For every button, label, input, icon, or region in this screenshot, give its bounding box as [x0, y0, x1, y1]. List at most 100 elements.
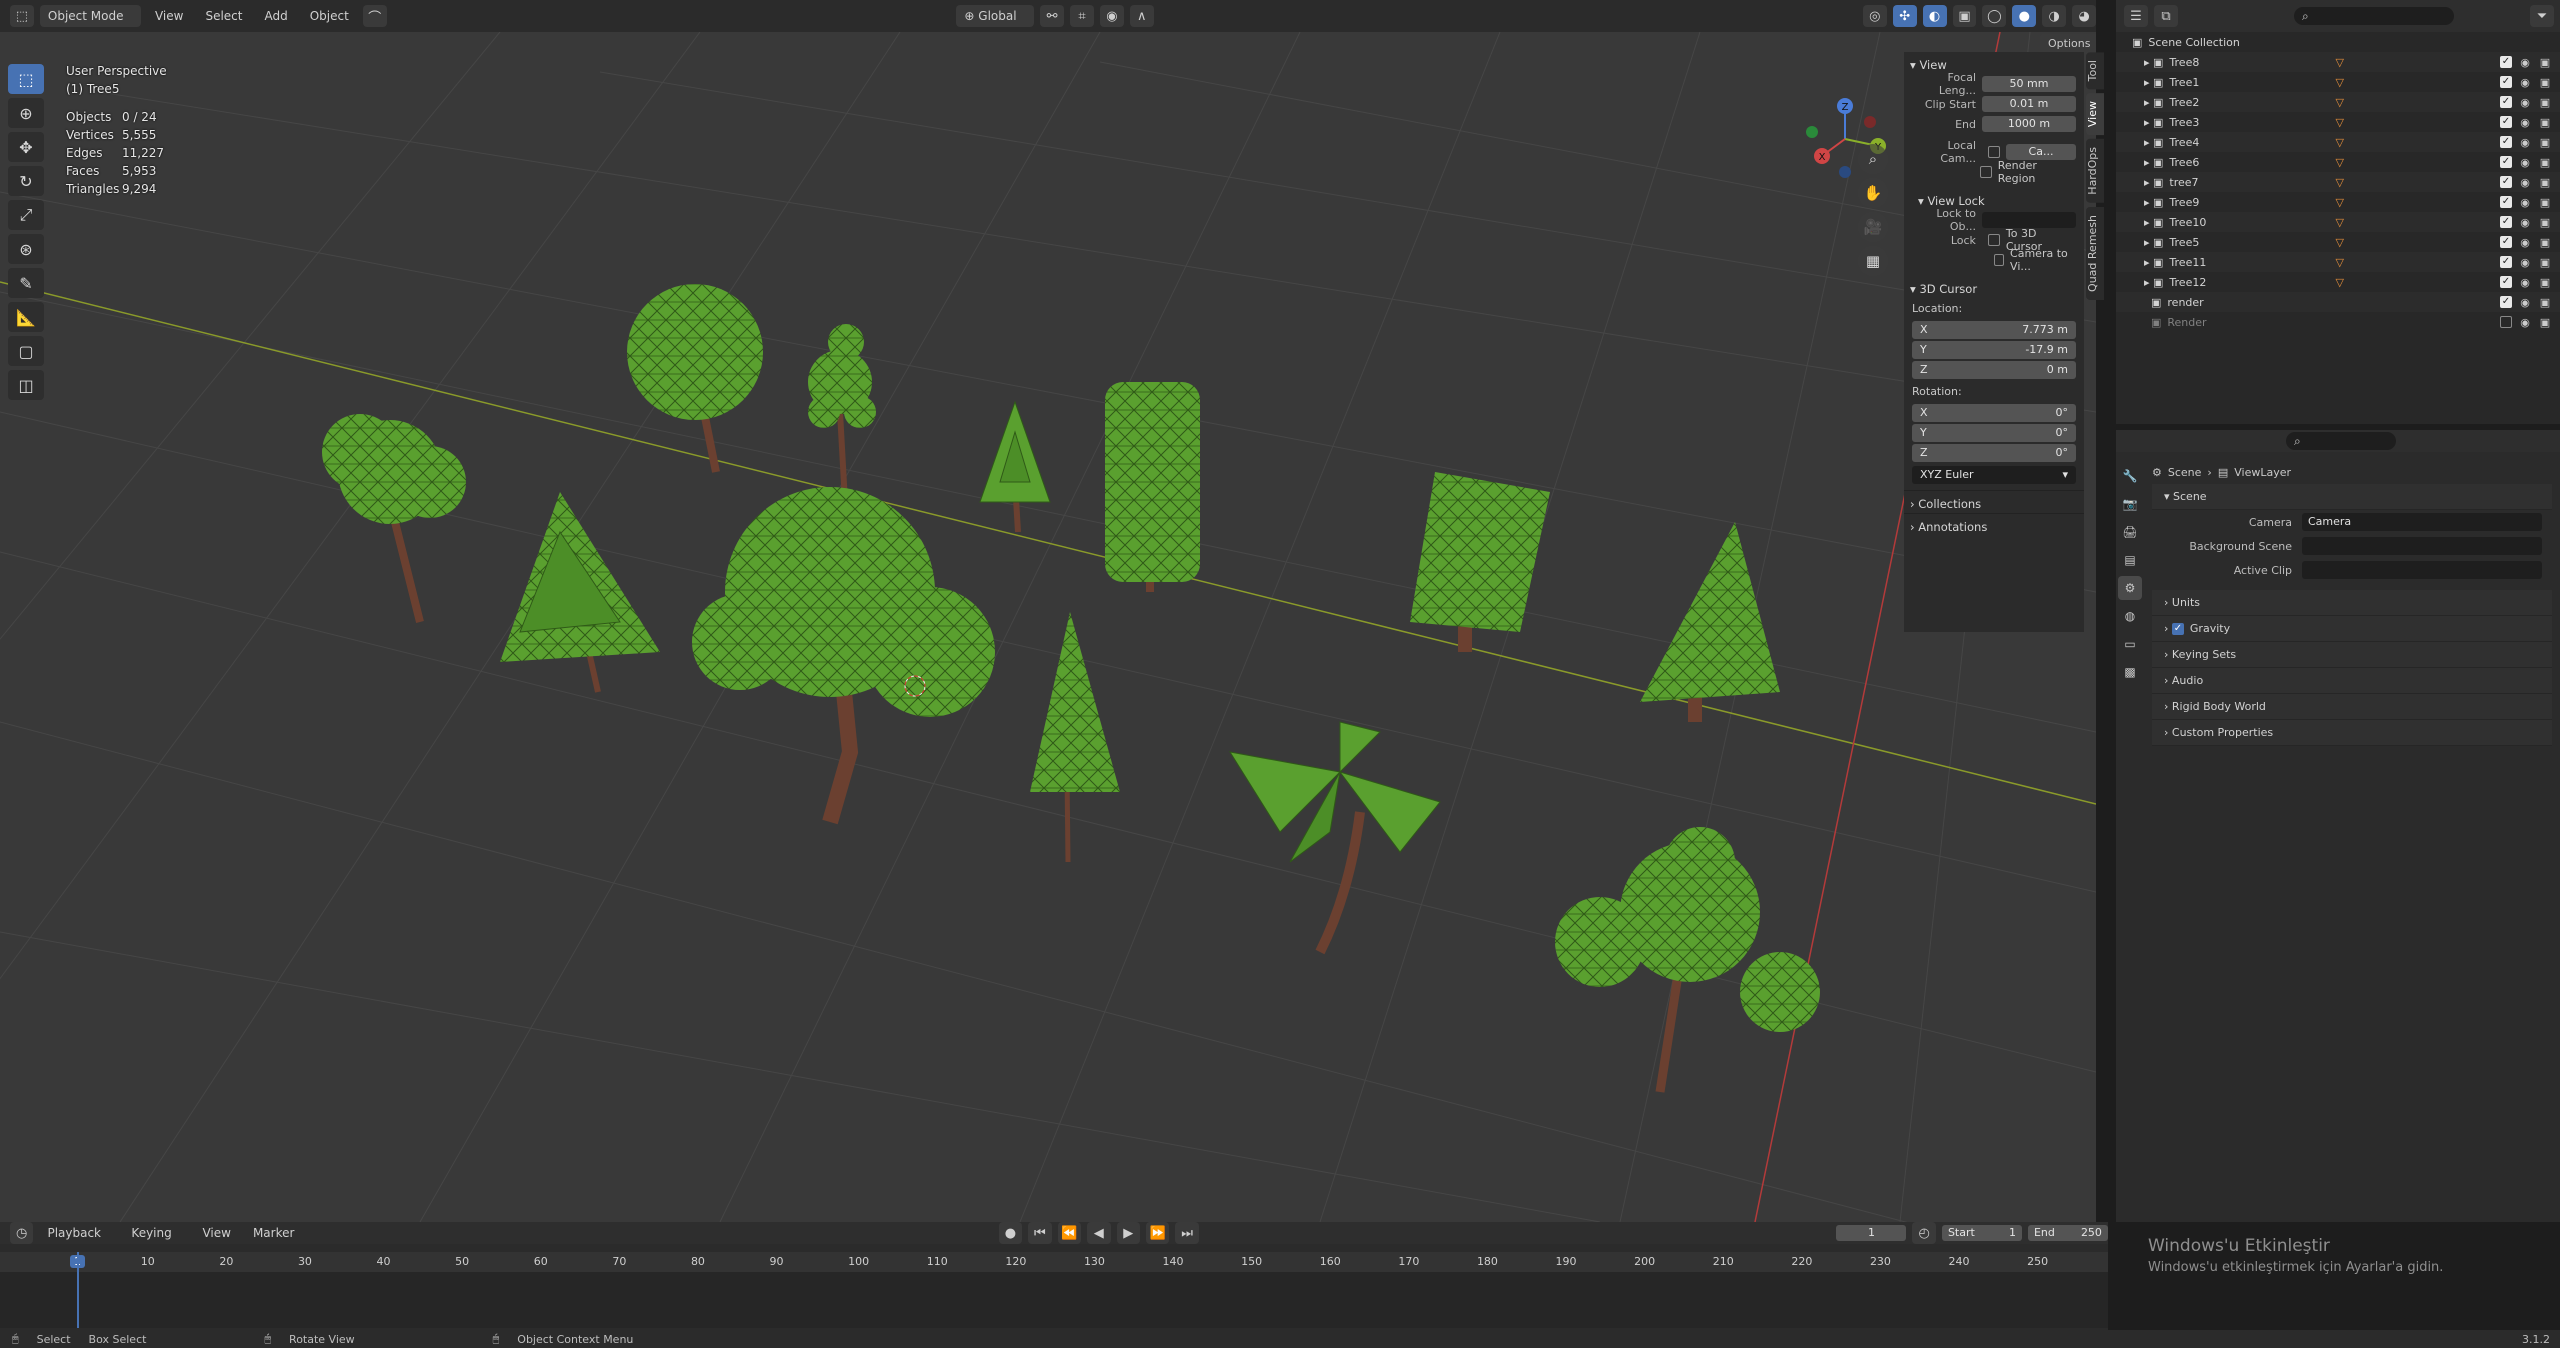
- annotations-panel-header[interactable]: › Annotations: [1904, 513, 2084, 536]
- local-camera-checkbox[interactable]: [1988, 146, 2000, 158]
- units-panel-header[interactable]: › Units: [2152, 590, 2552, 616]
- link-icon[interactable]: ⌒: [362, 5, 387, 27]
- rendered-shading-icon[interactable]: ◕: [2072, 5, 2097, 27]
- lock-cursor-checkbox[interactable]: [1987, 234, 2000, 246]
- outliner-item[interactable]: ▸ ▣ tree7 ▽ ✓ ◉ ▣: [2116, 172, 2560, 192]
- jump-start-icon[interactable]: ⏮: [1028, 1222, 1052, 1244]
- properties-search-input[interactable]: ⌕: [2286, 432, 2396, 450]
- extrude-icon[interactable]: ◫: [8, 370, 44, 400]
- render-region-checkbox[interactable]: [1980, 166, 1992, 178]
- custom-properties-panel-header[interactable]: › Custom Properties: [2152, 720, 2552, 746]
- select-box-icon[interactable]: ⬚: [8, 64, 44, 94]
- add-cube-icon[interactable]: ▢: [8, 336, 44, 366]
- cursor-rot-y[interactable]: Y 0°: [1912, 424, 2076, 442]
- outliner-item[interactable]: ▣ render ✓ ◉ ▣: [2116, 292, 2560, 312]
- 3d-viewport[interactable]: User Perspective (1) Tree5 Objects 0 / 24…: [0, 32, 2096, 1222]
- visibility-icon[interactable]: ◎: [1862, 5, 1887, 27]
- scale-icon[interactable]: ⤢: [8, 200, 44, 230]
- menu-timeline-view[interactable]: View: [194, 1222, 238, 1244]
- gravity-panel-header[interactable]: › ✓ Gravity: [2152, 616, 2552, 642]
- gravity-checkbox[interactable]: ✓: [2171, 622, 2184, 635]
- play-icon[interactable]: ▶: [1116, 1222, 1140, 1244]
- clip-end-field[interactable]: 1000 m: [1982, 116, 2076, 132]
- menu-object[interactable]: Object: [302, 5, 357, 27]
- world-tab-icon[interactable]: ◍: [2118, 604, 2142, 628]
- focal-field[interactable]: 50 mm: [1982, 76, 2076, 92]
- outliner-item[interactable]: ▸ ▣ Tree11 ▽ ✓ ◉ ▣: [2116, 252, 2560, 272]
- scene-tab-icon[interactable]: ⚙: [2118, 576, 2142, 600]
- transform-icon[interactable]: ⊛: [8, 234, 44, 264]
- outliner-item[interactable]: ▸ ▣ Tree1 ▽ ✓ ◉ ▣: [2116, 72, 2560, 92]
- audio-panel-header[interactable]: › Audio: [2152, 668, 2552, 694]
- cursor-rot-z[interactable]: Z 0°: [1912, 444, 2076, 462]
- jump-end-icon[interactable]: ⏭: [1175, 1222, 1199, 1244]
- outliner-item[interactable]: ▸ ▣ Tree5 ▽ ✓ ◉ ▣: [2116, 232, 2560, 252]
- rotation-mode-dropdown[interactable]: XYZ Euler ▾: [1912, 466, 2076, 484]
- current-frame-field[interactable]: 1: [1836, 1225, 1907, 1241]
- render-tab-icon[interactable]: 📷: [2118, 492, 2142, 516]
- cursor-loc-x[interactable]: X 7.773 m: [1912, 321, 2076, 339]
- play-reverse-icon[interactable]: ◀: [1087, 1222, 1111, 1244]
- local-camera-field[interactable]: Ca...: [2006, 144, 2076, 160]
- outliner-item[interactable]: ▣ Render ◉ ▣: [2116, 312, 2560, 332]
- outliner-item[interactable]: ▸ ▣ Tree2 ▽ ✓ ◉ ▣: [2116, 92, 2560, 112]
- move-icon[interactable]: ✥: [8, 132, 44, 162]
- rigid-body-panel-header[interactable]: › Rigid Body World: [2152, 694, 2552, 720]
- cursor-loc-y[interactable]: Y -17.9 m: [1912, 341, 2076, 359]
- overlay-icon[interactable]: ◐: [1922, 5, 1947, 27]
- outliner-type-icon[interactable]: ☰: [2124, 5, 2148, 27]
- background-scene-field[interactable]: [2302, 537, 2542, 555]
- keying-sets-panel-header[interactable]: › Keying Sets: [2152, 642, 2552, 668]
- snap-icon[interactable]: ⌗: [1070, 5, 1094, 27]
- clock-icon[interactable]: ◴: [1912, 1222, 1936, 1244]
- options-button[interactable]: Options: [2040, 34, 2096, 54]
- cursor-icon[interactable]: ⊕: [8, 98, 44, 128]
- texture-tab-icon[interactable]: ▩: [2118, 660, 2142, 684]
- pan-hand-icon[interactable]: ✋: [1858, 178, 1888, 208]
- outliner-item[interactable]: ▸ ▣ Tree3 ▽ ✓ ◉ ▣: [2116, 112, 2560, 132]
- gizmo-icon[interactable]: ✣: [1892, 5, 1917, 27]
- outliner-item[interactable]: ▸ ▣ Tree4 ▽ ✓ ◉ ▣: [2116, 132, 2560, 152]
- falloff-icon[interactable]: ∧: [1129, 5, 1154, 27]
- wireframe-shading-icon[interactable]: ◯: [1982, 5, 2007, 27]
- record-icon[interactable]: ●: [998, 1222, 1023, 1244]
- camera-field[interactable]: Camera: [2302, 513, 2542, 531]
- pivot-icon[interactable]: ⚯: [1040, 5, 1065, 27]
- solid-shading-icon[interactable]: ●: [2012, 5, 2037, 27]
- tool-tab-icon[interactable]: 🔧: [2118, 464, 2142, 488]
- cursor-loc-z[interactable]: Z0 m: [1912, 361, 2076, 379]
- tab-view[interactable]: View: [2086, 93, 2104, 136]
- outliner-item[interactable]: ▸ ▣ Tree12 ▽ ✓ ◉ ▣: [2116, 272, 2560, 292]
- active-clip-field[interactable]: [2302, 561, 2542, 579]
- proportional-icon[interactable]: ◉: [1099, 5, 1124, 27]
- menu-marker[interactable]: Marker: [245, 1222, 302, 1244]
- zoom-icon[interactable]: ⌕: [1858, 144, 1888, 174]
- filter-icon[interactable]: ⏷: [2530, 5, 2554, 27]
- xray-icon[interactable]: ▣: [1952, 5, 1977, 27]
- timeline-track[interactable]: [0, 1252, 2108, 1328]
- mode-dropdown[interactable]: Object Mode ▾: [39, 5, 141, 45]
- menu-add[interactable]: Add: [257, 5, 296, 27]
- cursor-rot-x[interactable]: X 0°: [1912, 404, 2076, 422]
- tab-quad-remesh[interactable]: Quad Remesh: [2086, 207, 2104, 301]
- output-tab-icon[interactable]: 🖨: [2118, 520, 2142, 544]
- frame-ruler[interactable]: 1102030405060708090100110120130140150160…: [0, 1252, 2108, 1272]
- editor-type-icon[interactable]: ⬚: [10, 5, 34, 27]
- outliner-search-input[interactable]: ⌕: [2294, 7, 2454, 25]
- cursor-panel-header[interactable]: ▾ 3D Cursor: [1904, 276, 2084, 298]
- measure-icon[interactable]: 📐: [8, 302, 44, 332]
- next-key-icon[interactable]: ⏩: [1145, 1222, 1170, 1244]
- outliner-item[interactable]: ▸ ▣ Tree10 ▽ ✓ ◉ ▣: [2116, 212, 2560, 232]
- playhead[interactable]: [77, 1252, 79, 1328]
- menu-keying[interactable]: Keying ▾: [123, 1222, 188, 1262]
- collection-tab-icon[interactable]: ▭: [2118, 632, 2142, 656]
- outliner-item[interactable]: ▸ ▣ Tree6 ▽ ✓ ◉ ▣: [2116, 152, 2560, 172]
- orientation-dropdown[interactable]: ⊕ Global ▾: [956, 5, 1035, 45]
- end-frame-field[interactable]: End 250: [2027, 1225, 2108, 1241]
- ortho-grid-icon[interactable]: ▦: [1858, 246, 1888, 276]
- start-frame-field[interactable]: Start 1: [1941, 1225, 2022, 1241]
- tab-tool[interactable]: Tool: [2086, 52, 2104, 90]
- tab-hardops[interactable]: HardOps: [2086, 139, 2104, 204]
- annotate-icon[interactable]: ✎: [8, 268, 44, 298]
- lock-object-field[interactable]: [1982, 212, 2076, 228]
